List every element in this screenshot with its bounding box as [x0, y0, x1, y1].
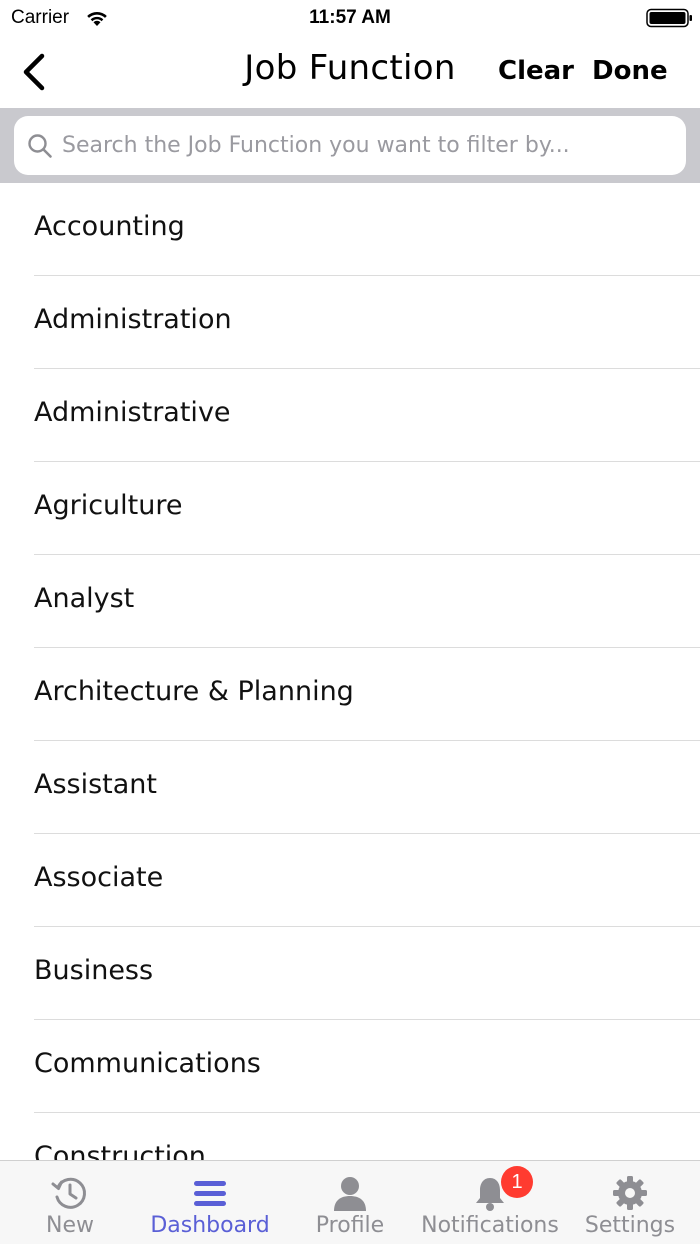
list-item-label: Administrative — [34, 397, 231, 428]
tab-label: Dashboard — [150, 1213, 270, 1238]
notification-badge: 1 — [501, 1166, 533, 1198]
tab-label: New — [46, 1213, 94, 1238]
tab-profile[interactable]: Profile — [280, 1161, 420, 1244]
list-item[interactable]: Administrative — [34, 369, 700, 462]
clear-button[interactable]: Clear — [498, 56, 574, 86]
list-item-label: Accounting — [34, 211, 185, 242]
list-item[interactable]: Agriculture — [34, 462, 700, 555]
list-item-label: Administration — [34, 304, 232, 335]
gear-icon — [613, 1176, 647, 1210]
list-item-label: Analyst — [34, 583, 135, 614]
list-item[interactable]: Assistant — [34, 741, 700, 834]
search-icon — [28, 134, 52, 158]
person-icon — [334, 1177, 366, 1211]
list-item-label: Architecture & Planning — [34, 676, 354, 707]
back-chevron-icon[interactable] — [16, 52, 52, 92]
clock-time: 11:57 AM — [309, 7, 391, 28]
search-bar — [0, 108, 700, 183]
list-item-label: Communications — [34, 1048, 261, 1079]
list-item[interactable]: Analyst — [34, 555, 700, 648]
status-bar: Carrier 11:57 AM — [0, 0, 700, 40]
list-item[interactable]: Communications — [34, 1020, 700, 1113]
history-icon — [51, 1177, 86, 1209]
list-item[interactable]: Accounting — [34, 183, 700, 276]
battery-icon — [646, 8, 692, 28]
list-item[interactable]: Business — [34, 927, 700, 1020]
list-item[interactable]: Administration — [34, 276, 700, 369]
list-item-label: Associate — [34, 862, 164, 893]
tab-label: Notifications — [421, 1213, 559, 1238]
list-item[interactable]: Construction — [34, 1113, 700, 1160]
list-item[interactable]: Associate — [34, 834, 700, 927]
tab-label: Settings — [584, 1213, 676, 1238]
tab-settings[interactable]: Settings — [560, 1161, 700, 1244]
tab-notifications[interactable]: Notifications — [420, 1161, 560, 1244]
list-item-label: Agriculture — [34, 490, 183, 521]
tab-label: Profile — [315, 1213, 385, 1238]
job-function-list: Accounting Administration Administrative… — [0, 183, 700, 1160]
search-input[interactable] — [62, 116, 672, 175]
list-item-label: Construction — [34, 1141, 206, 1160]
done-button[interactable]: Done — [592, 56, 668, 86]
list-item[interactable]: Architecture & Planning — [34, 648, 700, 741]
page-title: Job Function — [244, 48, 456, 88]
list-item-label: Assistant — [34, 769, 158, 800]
menu-icon — [194, 1181, 226, 1206]
navigation-bar: Job Function Clear Done — [0, 40, 700, 108]
tab-bar: New Dashboard Profile Notifications Sett… — [0, 1160, 700, 1244]
tab-new[interactable]: New — [0, 1161, 140, 1244]
tab-dashboard[interactable]: Dashboard — [140, 1161, 280, 1244]
list-item-label: Business — [34, 955, 154, 986]
search-field[interactable] — [14, 116, 686, 175]
